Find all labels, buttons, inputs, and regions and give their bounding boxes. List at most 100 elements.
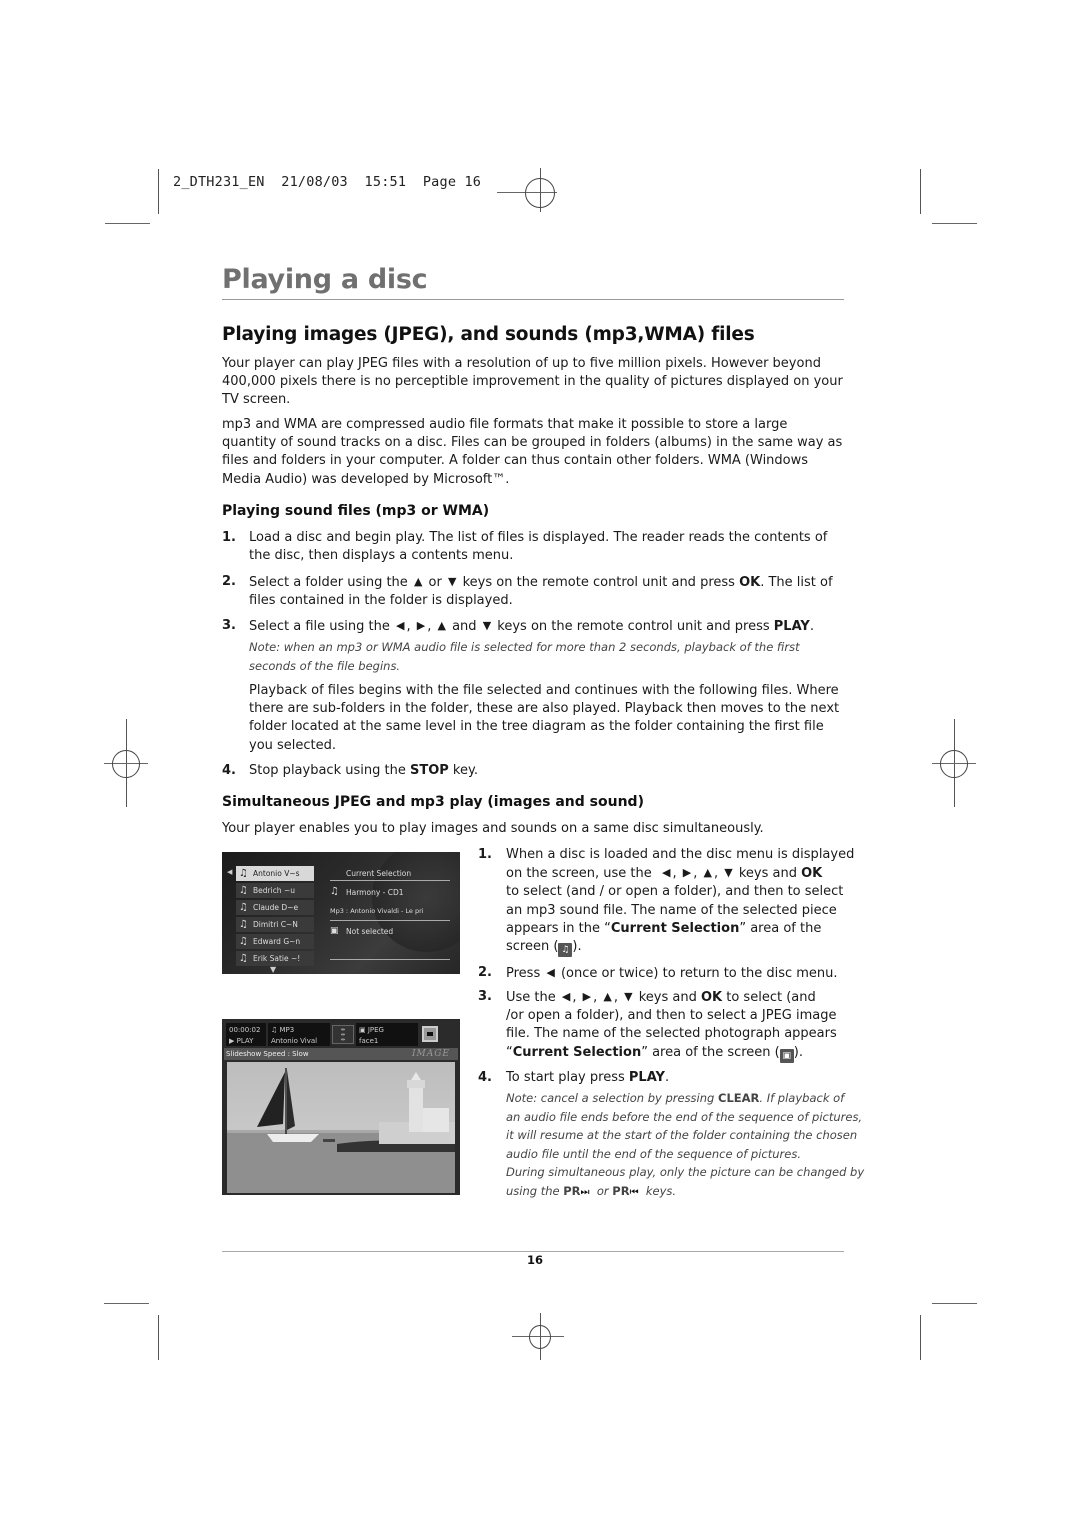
step-text: When a disc is loaded and the disc menu … xyxy=(506,847,855,958)
crop-mark xyxy=(932,1303,977,1304)
step-number: 1. xyxy=(222,530,236,545)
ok-key-label: OK xyxy=(739,575,761,590)
down-key-icon: ▼ xyxy=(724,866,733,880)
crop-mark xyxy=(932,223,977,224)
current-selection-title: Current Selection xyxy=(346,869,412,878)
step-text: Select a folder using the ▲ or ▼ keys on… xyxy=(249,575,833,609)
registration-circle xyxy=(940,750,968,778)
crop-mark xyxy=(158,1315,159,1360)
left-key-icon: ◀ xyxy=(561,990,571,1003)
image-mode-icon xyxy=(422,1026,438,1042)
step-number: 2. xyxy=(222,574,236,589)
sound-note: Note: when an mp3 or WMA audio file is s… xyxy=(249,640,800,673)
left-key-icon: ◀ xyxy=(662,866,671,880)
current-audio-selection: Harmony - CD1 xyxy=(346,888,404,897)
image-type: JPEG xyxy=(367,1026,384,1034)
current-image-selection: Not selected xyxy=(346,927,394,936)
step-number: 2. xyxy=(478,965,492,980)
up-key-icon: ▲ xyxy=(413,575,423,588)
crop-mark xyxy=(920,1315,921,1360)
music-note-icon: ♫ xyxy=(330,886,339,897)
left-arrow-icon: ◀ xyxy=(227,868,233,876)
sound-step-4: 4. Stop playback using the STOP key. xyxy=(222,762,844,782)
camera-icon: ▣ xyxy=(359,1026,368,1034)
step-number: 4. xyxy=(478,1070,492,1085)
image-name: face1 xyxy=(359,1037,379,1045)
camera-icon: ▣ xyxy=(330,926,339,936)
registration-circle xyxy=(525,178,555,208)
step-text: To start play press PLAY. xyxy=(506,1070,670,1085)
playback-screenshot: 00:00:02 ▶ PLAY ♫ MP3 Antonio Vival ⇹ ⇹ ⇹ … xyxy=(222,1019,460,1195)
sound-step-3: 3. Select a file using the ◀, ▶, ▲ and ▼… xyxy=(222,617,844,637)
clear-key-label: CLEAR xyxy=(718,1091,760,1105)
photo-illustration xyxy=(227,1068,455,1193)
music-note-icon: ♫ xyxy=(239,885,248,896)
crop-mark xyxy=(920,169,921,214)
crop-mark xyxy=(158,169,159,214)
simul-section-heading: Simultaneous JPEG and mp3 play (images a… xyxy=(222,794,644,810)
print-slug: 2_DTH231_EN 21/08/03 15:51 Page 16 xyxy=(173,174,482,190)
right-key-icon: ▶ xyxy=(416,619,426,632)
chapter-divider xyxy=(222,299,844,300)
equalizer-icon: ⇹ ⇹ ⇹ xyxy=(332,1025,354,1044)
menu-list-item: ♫ Edward G~n xyxy=(236,934,314,949)
intro-paragraph-2: mp3 and WMA are compressed audio file fo… xyxy=(222,417,843,487)
ok-key-label: OK xyxy=(801,866,823,882)
step-number: 3. xyxy=(478,989,492,1004)
step-text: Use the ◀, ▶, ▲, ▼ keys and OK to select… xyxy=(506,990,837,1063)
menu-list-item: ♫ Claude D~e xyxy=(236,900,314,915)
step-number: 1. xyxy=(478,847,492,862)
current-selection-label: Current Selection xyxy=(610,920,740,936)
music-note-icon: ♫ xyxy=(239,902,248,913)
up-key-icon: ▲ xyxy=(703,866,712,880)
audio-type: ♫ MP3 xyxy=(271,1026,295,1034)
ok-key-label: OK xyxy=(700,990,723,1005)
time-status-box: 00:00:02 ▶ PLAY xyxy=(226,1023,266,1046)
crop-mark xyxy=(104,1303,149,1304)
crop-mark xyxy=(105,223,150,224)
lighthouse-photo xyxy=(227,1062,455,1193)
image-info-box: ▣ JPEG face1 xyxy=(356,1023,418,1046)
music-note-icon: ♫ xyxy=(239,868,248,879)
camera-icon: ▣ xyxy=(779,1048,794,1063)
section-title: Playing images (JPEG), and sounds (mp3,W… xyxy=(222,324,755,345)
chapter-title: Playing a disc xyxy=(222,264,428,295)
stop-key-label: STOP xyxy=(409,763,449,778)
sound-section-heading: Playing sound files (mp3 or WMA) xyxy=(222,503,490,519)
down-key-icon: ▼ xyxy=(624,990,633,1003)
sound-step-1: 1. Load a disc and begin play. The list … xyxy=(222,529,844,569)
step-number: 4. xyxy=(222,763,236,778)
audio-info-box: ♫ MP3 Antonio Vival xyxy=(268,1023,330,1046)
playback-paragraph: Playback of files begins with the file s… xyxy=(249,683,840,753)
down-key-icon: ▼ xyxy=(448,575,457,588)
menu-list-item: ♫ Antonio V~s xyxy=(236,866,314,881)
step-text: Select a file using the ◀, ▶, ▲ and ▼ ke… xyxy=(249,619,814,634)
scroll-down-icon: ▼ xyxy=(270,965,277,974)
left-key-icon: ◀ xyxy=(396,619,405,632)
step-number: 3. xyxy=(222,618,236,633)
registration-circle xyxy=(529,1325,551,1349)
footer-divider xyxy=(222,1251,844,1252)
menu-list-item: ♫ Bedrich ~u xyxy=(236,883,314,898)
next-track-icon: ⏭ xyxy=(580,1186,590,1198)
page-number: 16 xyxy=(526,1253,543,1267)
menu-list-item: ♫ Dimitri C~N xyxy=(236,917,314,932)
previous-track-icon: ⏮ xyxy=(629,1186,639,1198)
audio-name: Antonio Vival xyxy=(271,1037,318,1045)
step-text: Load a disc and begin play. The list of … xyxy=(249,530,828,564)
intro-paragraph-1: Your player can play JPEG files with a r… xyxy=(222,356,843,408)
music-note-icon: ♫ xyxy=(239,919,248,930)
simul-intro: Your player enables you to play images a… xyxy=(222,821,764,836)
music-note-icon: ♫ xyxy=(239,936,248,947)
current-selection-label: Current Selection xyxy=(512,1044,642,1060)
left-key-icon: ◀ xyxy=(546,966,555,979)
up-key-icon: ▲ xyxy=(437,619,446,632)
disc-background-graphic xyxy=(372,852,460,952)
registration-circle xyxy=(112,750,140,778)
sound-step-2: 2. Select a folder using the ▲ or ▼ keys… xyxy=(222,573,844,613)
down-key-icon: ▼ xyxy=(482,619,492,632)
step-text: Stop playback using the STOP key. xyxy=(249,763,478,778)
play-key-label: PLAY xyxy=(628,1070,665,1085)
play-status: ▶ PLAY xyxy=(229,1037,254,1045)
music-note-icon: ♫ xyxy=(239,953,248,964)
